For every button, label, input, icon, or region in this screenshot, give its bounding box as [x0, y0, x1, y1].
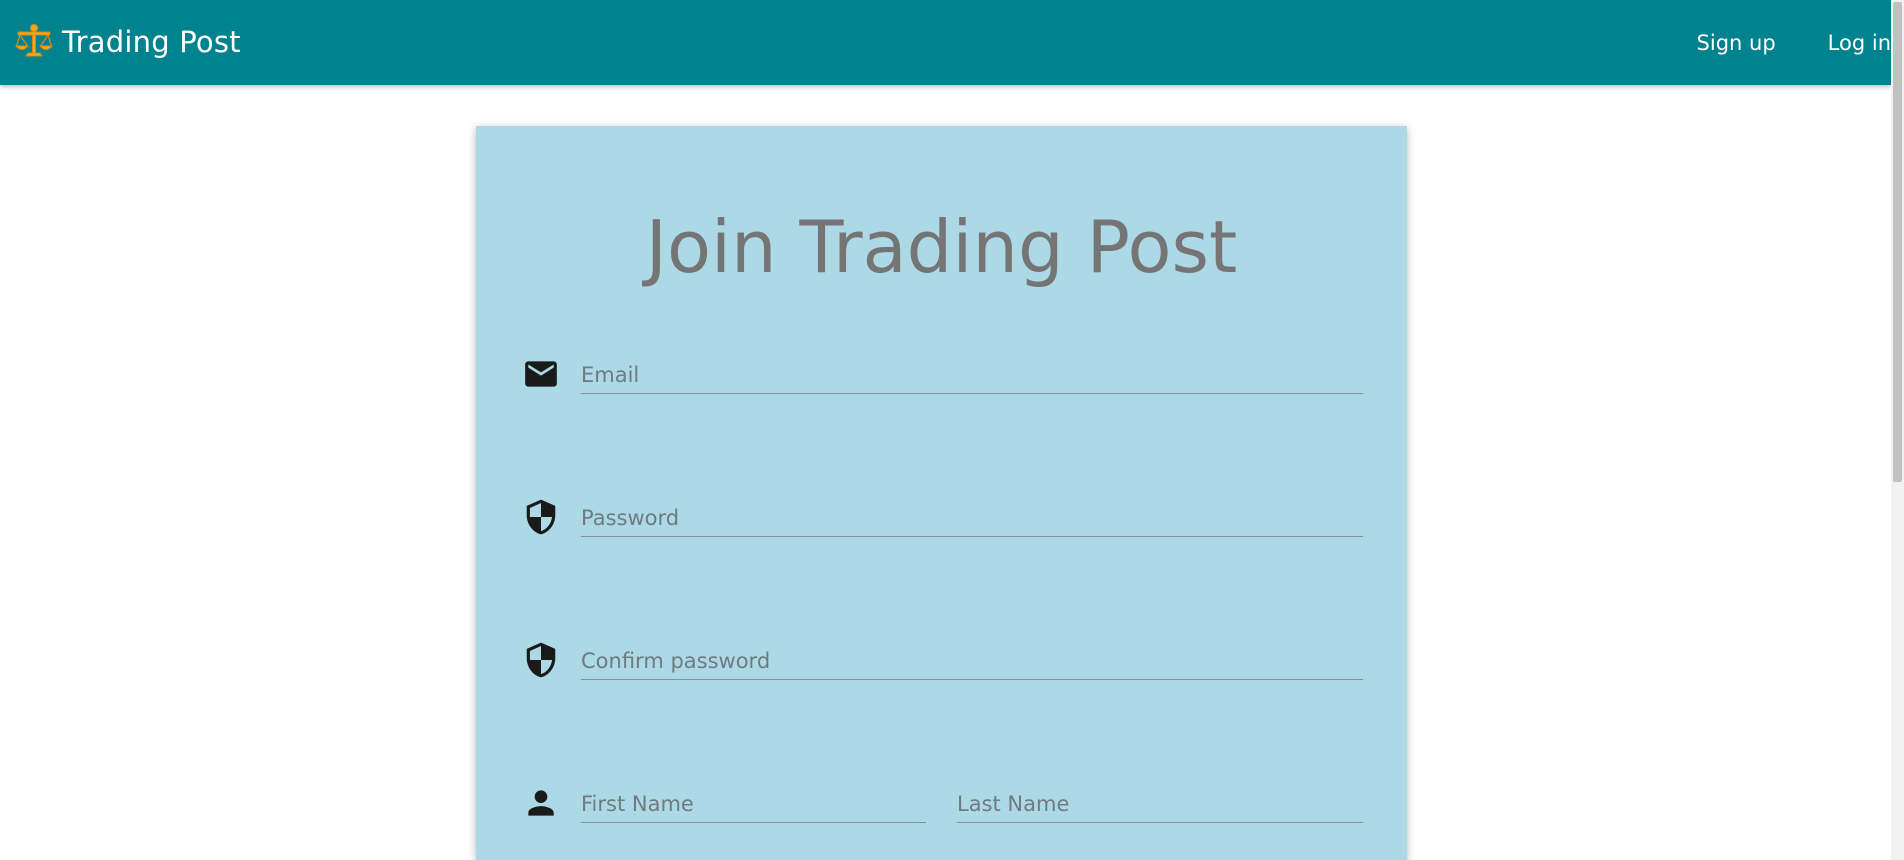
signup-card: Join Trading Post: [476, 126, 1407, 860]
scrollbar-thumb[interactable]: [1893, 2, 1902, 482]
password-field[interactable]: [581, 500, 1363, 537]
nav-link-sign-up[interactable]: Sign up: [1671, 31, 1776, 55]
person-icon: [522, 784, 560, 822]
email-row: [476, 343, 1407, 403]
confirm-password-field[interactable]: [581, 643, 1363, 680]
brand-name: Trading Post: [62, 25, 241, 59]
page-title: Join Trading Post: [645, 205, 1238, 289]
confirm-password-row: [476, 629, 1407, 689]
scales-icon: [12, 20, 56, 64]
last-name-field[interactable]: [957, 786, 1363, 823]
shield-icon: [522, 641, 560, 679]
password-row: [476, 486, 1407, 546]
shield-icon: [522, 498, 560, 536]
nav-links: Sign up Log in: [1671, 0, 1891, 85]
mail-icon: [522, 355, 560, 393]
nav-link-log-in[interactable]: Log in: [1802, 31, 1891, 55]
email-field[interactable]: [581, 357, 1363, 394]
brand[interactable]: Trading Post: [12, 20, 241, 64]
page-scrollbar[interactable]: [1891, 0, 1904, 860]
top-navbar: Trading Post Sign up Log in: [0, 0, 1891, 85]
first-name-field[interactable]: [581, 786, 926, 823]
name-row: [476, 772, 1407, 832]
